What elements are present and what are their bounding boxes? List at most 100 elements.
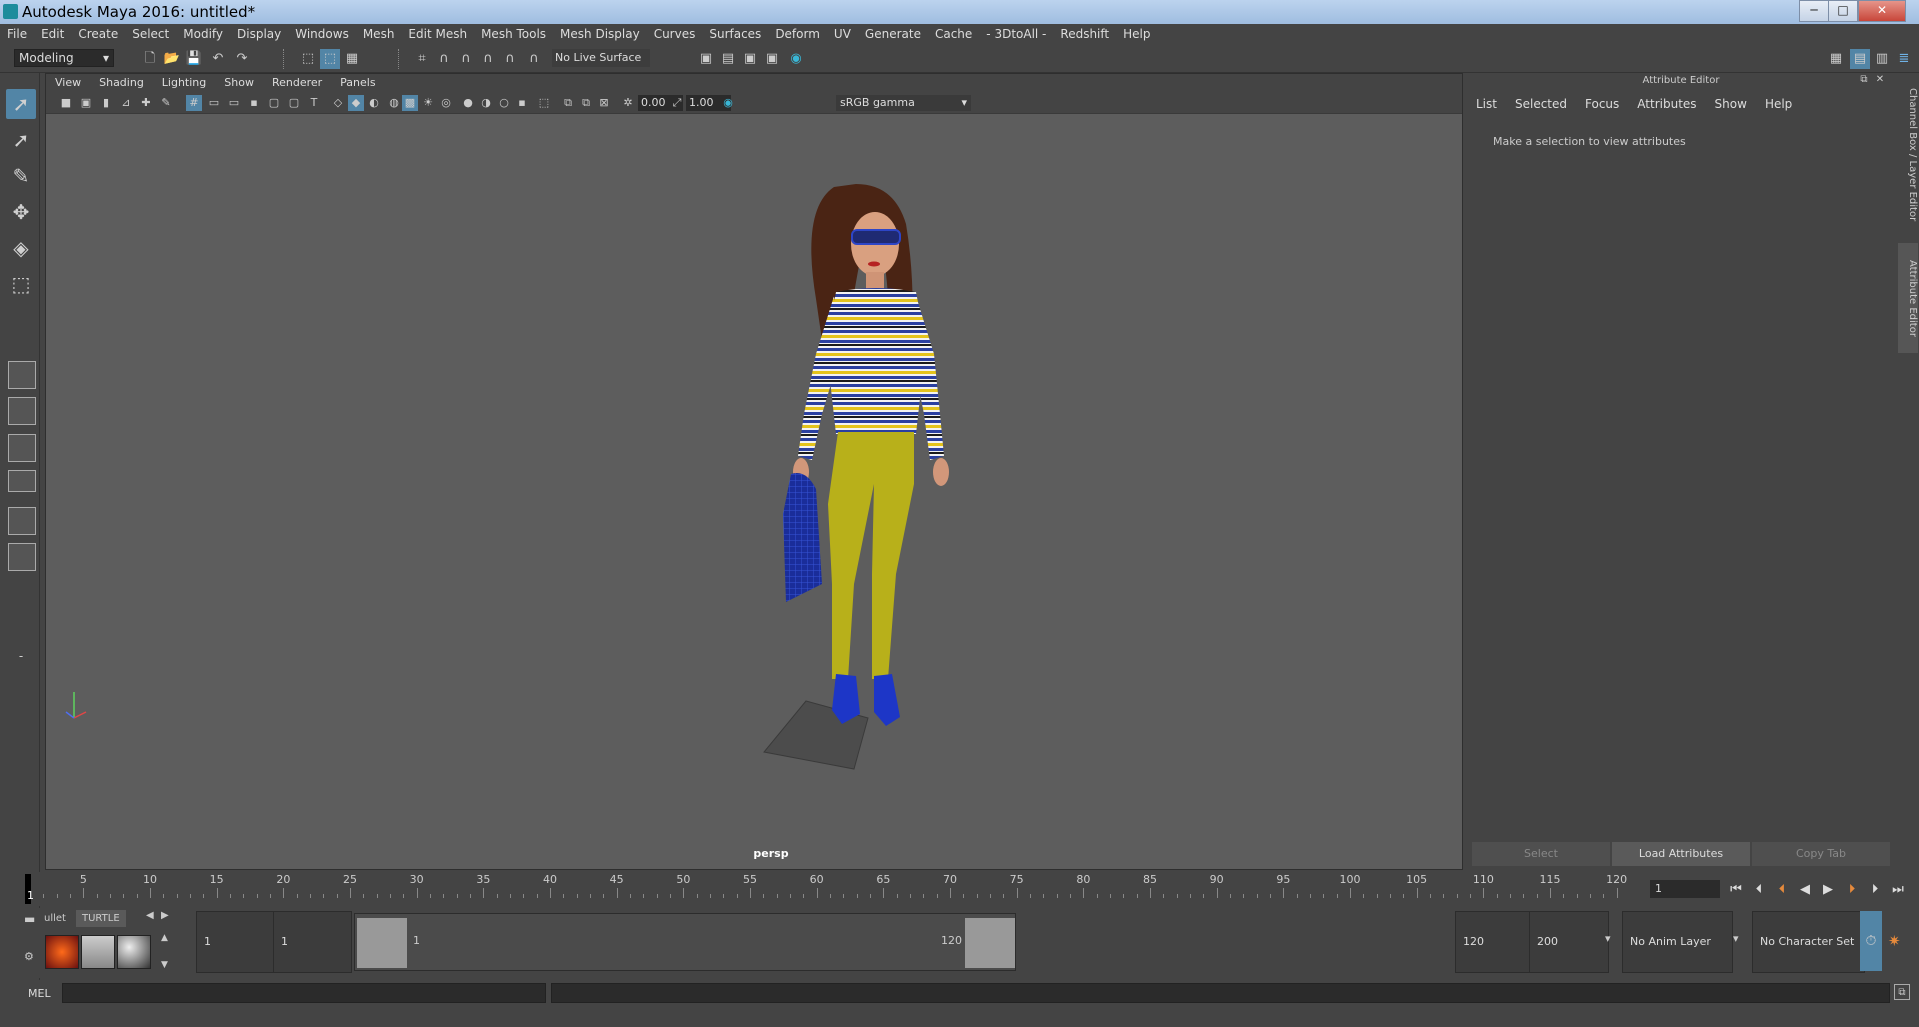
- anim-layer-field[interactable]: No Anim Layer: [1622, 911, 1733, 973]
- menu-create[interactable]: Create: [71, 24, 125, 45]
- chevron-down-icon[interactable]: ▾: [1733, 932, 1739, 945]
- go-to-end-icon[interactable]: ⏭: [1888, 880, 1908, 900]
- toggle-modeling-toolkit-icon[interactable]: ▦: [1826, 49, 1846, 69]
- shelf-tab-bullet[interactable]: ullet: [38, 910, 72, 927]
- layout-options-icon[interactable]: -: [6, 641, 36, 671]
- snap-view-icon[interactable]: ∩: [478, 49, 498, 69]
- use-all-lights-icon[interactable]: ☀: [420, 95, 436, 111]
- snap-curve-icon[interactable]: ∩: [434, 49, 454, 69]
- scale-tool-icon[interactable]: ⬚: [6, 269, 36, 299]
- undo-icon[interactable]: ↶: [208, 49, 228, 69]
- menu-display[interactable]: Display: [230, 24, 288, 45]
- panel-menu-shading[interactable]: Shading: [90, 74, 153, 92]
- menu-help[interactable]: Help: [1116, 24, 1157, 45]
- persp-graph-layout-icon[interactable]: [8, 470, 36, 492]
- menu-deform[interactable]: Deform: [768, 24, 827, 45]
- outliner-layout-icon[interactable]: [8, 507, 36, 535]
- auto-key-icon[interactable]: ⏱: [1860, 911, 1882, 971]
- panel-menu-view[interactable]: View: [46, 74, 90, 92]
- turtle-shader-icon[interactable]: [117, 935, 151, 969]
- menuset-select[interactable]: Modeling ▾: [14, 49, 114, 67]
- snap-grid-icon[interactable]: ⌗: [412, 49, 432, 69]
- grid-icon[interactable]: #: [186, 95, 202, 111]
- color-management-icon[interactable]: ◉: [720, 95, 736, 111]
- redo-icon[interactable]: ↷: [232, 49, 252, 69]
- xray-active-icon[interactable]: ⊠: [596, 95, 612, 111]
- menu-surfaces[interactable]: Surfaces: [702, 24, 768, 45]
- resolution-gate-icon[interactable]: ▭: [226, 95, 242, 111]
- animation-preferences-icon[interactable]: ✷: [1888, 932, 1901, 950]
- ae-menu-help[interactable]: Help: [1756, 94, 1801, 114]
- script-editor-icon[interactable]: ⧉: [1894, 984, 1910, 1000]
- menu-mesh-tools[interactable]: Mesh Tools: [474, 24, 553, 45]
- panel-menu-show[interactable]: Show: [215, 74, 263, 92]
- script-language-label[interactable]: MEL: [28, 987, 51, 1000]
- animation-end-field[interactable]: 200: [1529, 911, 1609, 973]
- mel-command-input[interactable]: [62, 983, 546, 1003]
- shadows-icon[interactable]: ◎: [438, 95, 454, 111]
- play-backwards-icon[interactable]: ◀: [1795, 880, 1815, 900]
- ae-menu-list[interactable]: List: [1467, 94, 1506, 114]
- field-chart-icon[interactable]: ▢: [266, 95, 282, 111]
- shelf-tab-next-icon[interactable]: ▶: [161, 910, 169, 921]
- move-tool-icon[interactable]: ✥: [6, 197, 36, 227]
- textured-icon[interactable]: ▩: [402, 95, 418, 111]
- gamma-icon[interactable]: ⤢: [669, 95, 685, 111]
- range-slider-track[interactable]: 1 120: [354, 913, 1016, 971]
- isolate-select-icon[interactable]: ⬚: [536, 95, 552, 111]
- select-tool-icon[interactable]: ➚: [6, 89, 36, 119]
- wireframe-on-shaded-icon[interactable]: ◍: [386, 95, 402, 111]
- menu-modify[interactable]: Modify: [176, 24, 230, 45]
- snap-point-icon[interactable]: ∩: [456, 49, 476, 69]
- step-back-frame-icon[interactable]: ⏴: [1749, 880, 1769, 900]
- shelf-settings-icon[interactable]: ⚙: [24, 951, 34, 962]
- image-plane-icon[interactable]: ⊿: [118, 95, 134, 111]
- xray-joints-icon[interactable]: ⧉: [578, 95, 594, 111]
- perspective-viewport[interactable]: View Shading Lighting Show Renderer Panels ■ …: [45, 73, 1463, 870]
- panel-menu-lighting[interactable]: Lighting: [153, 74, 215, 92]
- camera-attributes-icon[interactable]: ▣: [78, 95, 94, 111]
- chevron-down-icon[interactable]: ▾: [1605, 932, 1611, 945]
- menu-curves[interactable]: Curves: [647, 24, 703, 45]
- turtle-bake-icon[interactable]: [81, 935, 115, 969]
- render-frame-icon[interactable]: ▤: [718, 49, 738, 69]
- live-surface-field[interactable]: No Live Surface: [552, 49, 650, 67]
- menu-cache[interactable]: Cache: [928, 24, 979, 45]
- close-panel-icon[interactable]: ✕: [1873, 73, 1887, 87]
- turtle-render-icon[interactable]: [45, 935, 79, 969]
- float-panel-icon[interactable]: ⧉: [1857, 73, 1871, 87]
- ae-select-button[interactable]: Select: [1472, 842, 1610, 866]
- shelf-scroll-down-icon[interactable]: ▼: [161, 960, 168, 970]
- toggle-channel-box-icon[interactable]: ≣: [1894, 49, 1914, 69]
- range-end-handle[interactable]: [965, 918, 1015, 968]
- default-material-icon[interactable]: ◐: [366, 95, 382, 111]
- paint-select-tool-icon[interactable]: ✎: [6, 161, 36, 191]
- channel-box-tab[interactable]: Channel Box / Layer Editor: [1898, 85, 1918, 225]
- film-gate-icon[interactable]: ▭: [206, 95, 222, 111]
- safe-title-icon[interactable]: T: [306, 95, 322, 111]
- select-hierarchy-icon[interactable]: ⬚: [298, 49, 318, 69]
- time-slider[interactable]: 5 10 15 20 25 30 35 40 45 50 55 60 65 70 75 80 85 90 95 100…: [24, 872, 1638, 906]
- close-button[interactable]: ✕: [1858, 0, 1906, 22]
- ipr-render-icon[interactable]: ▣: [740, 49, 760, 69]
- step-back-key-icon[interactable]: ⏴: [1772, 880, 1792, 900]
- toggle-tool-settings-icon[interactable]: ▥: [1872, 49, 1892, 69]
- select-component-icon[interactable]: ▦: [342, 49, 362, 69]
- ambient-occlusion-icon[interactable]: ●: [460, 95, 476, 111]
- playback-end-field[interactable]: 120: [1455, 911, 1532, 973]
- range-start-handle[interactable]: [357, 918, 407, 968]
- new-scene-icon[interactable]: 🗋: [140, 49, 160, 69]
- menu-generate[interactable]: Generate: [858, 24, 928, 45]
- panel-menu-panels[interactable]: Panels: [331, 74, 384, 92]
- render-view-icon[interactable]: ▣: [696, 49, 716, 69]
- snap-surface-icon[interactable]: ∩: [500, 49, 520, 69]
- step-forward-key-icon[interactable]: ⏵: [1842, 880, 1862, 900]
- animation-start-field[interactable]: 1: [196, 911, 275, 973]
- menu-mesh-display[interactable]: Mesh Display: [553, 24, 647, 45]
- shelf-scroll-up-icon[interactable]: ▲: [161, 933, 168, 943]
- menu-windows[interactable]: Windows: [288, 24, 356, 45]
- ae-menu-focus[interactable]: Focus: [1576, 94, 1628, 114]
- character-model[interactable]: [46, 114, 1462, 869]
- panel-menu-renderer[interactable]: Renderer: [263, 74, 331, 92]
- open-scene-icon[interactable]: 📂: [162, 49, 182, 69]
